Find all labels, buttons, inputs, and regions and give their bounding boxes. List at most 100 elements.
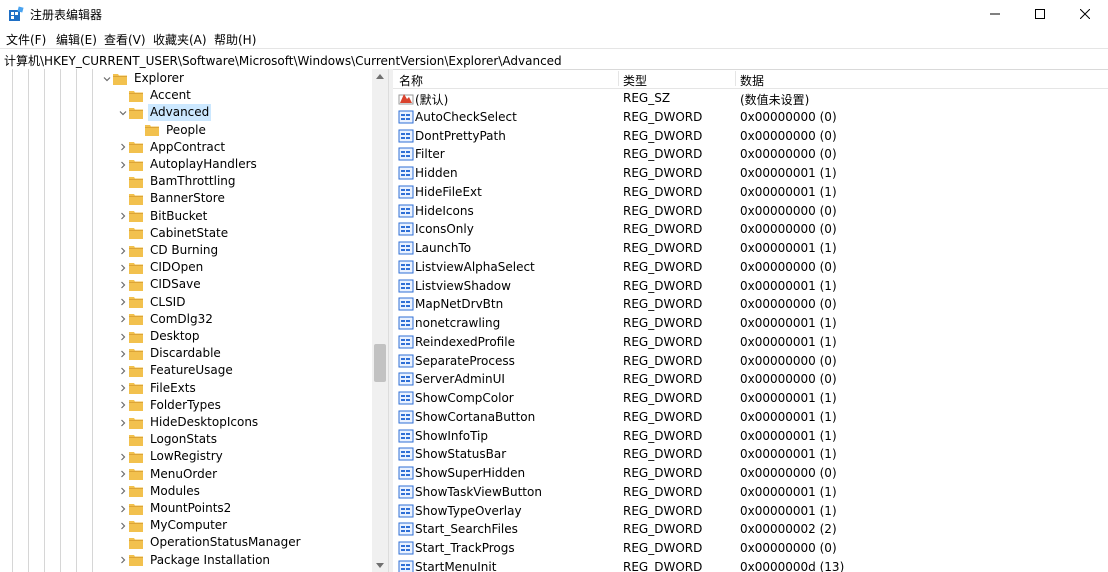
table-row[interactable]: ShowInfoTip REG_DWORD 0x00000001 (1): [393, 427, 1108, 446]
tree-item[interactable]: HideDesktopIcons: [117, 414, 260, 431]
column-divider[interactable]: [618, 71, 619, 86]
scroll-thumb[interactable]: [374, 344, 386, 383]
table-row[interactable]: ShowSuperHidden REG_DWORD 0x00000000 (0): [393, 464, 1108, 483]
menu-edit[interactable]: 编辑(E): [56, 31, 97, 48]
chevron-right-icon[interactable]: [117, 448, 129, 465]
tree-item[interactable]: LogonStats: [117, 431, 219, 448]
chevron-right-icon[interactable]: [117, 466, 129, 483]
tree-item[interactable]: CIDSave: [117, 276, 203, 293]
tree-item[interactable]: Modules: [117, 483, 202, 500]
table-row[interactable]: (默认) REG_SZ (数值未设置): [393, 89, 1108, 108]
tree-item[interactable]: ComDlg32: [117, 311, 215, 328]
address-bar[interactable]: 计算机\HKEY_CURRENT_USER\Software\Microsoft…: [0, 48, 1108, 70]
table-row[interactable]: ShowTypeOverlay REG_DWORD 0x00000001 (1): [393, 502, 1108, 521]
table-row[interactable]: DontPrettyPath REG_DWORD 0x00000000 (0): [393, 127, 1108, 146]
minimize-button[interactable]: [972, 0, 1018, 28]
chevron-right-icon[interactable]: [117, 483, 129, 500]
column-header-name[interactable]: 名称: [399, 72, 423, 89]
tree-item[interactable]: FolderTypes: [117, 397, 223, 414]
chevron-right-icon[interactable]: [117, 294, 129, 311]
table-row[interactable]: ListviewAlphaSelect REG_DWORD 0x00000000 (…: [393, 258, 1108, 277]
scroll-up-arrow[interactable]: [372, 69, 388, 83]
tree-item[interactable]: People: [133, 122, 208, 139]
column-header-data[interactable]: 数据: [740, 72, 764, 89]
menu-favorites[interactable]: 收藏夹(A): [153, 31, 207, 48]
chevron-right-icon[interactable]: [117, 414, 129, 431]
close-button[interactable]: [1062, 0, 1108, 28]
tree-scrollbar[interactable]: [372, 69, 388, 572]
chevron-right-icon[interactable]: [117, 259, 129, 276]
chevron-right-icon[interactable]: [117, 552, 129, 569]
address-path[interactable]: 计算机\HKEY_CURRENT_USER\Software\Microsoft…: [4, 52, 562, 69]
chevron-right-icon[interactable]: [117, 276, 129, 293]
tree-guide-line: [44, 69, 45, 572]
table-row[interactable]: Start_TrackProgs REG_DWORD 0x00000000 (0): [393, 539, 1108, 558]
tree-item[interactable]: CLSID: [117, 294, 187, 311]
chevron-right-icon[interactable]: [117, 328, 129, 345]
tree-item[interactable]: AutoplayHandlers: [117, 156, 259, 173]
table-row[interactable]: HideIcons REG_DWORD 0x00000000 (0): [393, 202, 1108, 221]
table-row[interactable]: ShowTaskViewButton REG_DWORD 0x00000001 (1…: [393, 483, 1108, 502]
table-row[interactable]: ShowCortanaButton REG_DWORD 0x00000001 (1): [393, 408, 1108, 427]
chevron-down-icon[interactable]: [101, 70, 113, 87]
table-row[interactable]: ReindexedProfile REG_DWORD 0x00000001 (1): [393, 333, 1108, 352]
table-row[interactable]: HideFileExt REG_DWORD 0x00000001 (1): [393, 183, 1108, 202]
chevron-right-icon[interactable]: [117, 517, 129, 534]
tree-item[interactable]: FeatureUsage: [117, 362, 235, 379]
table-row[interactable]: MapNetDrvBtn REG_DWORD 0x00000000 (0): [393, 295, 1108, 314]
chevron-right-icon[interactable]: [117, 380, 129, 397]
menu-help[interactable]: 帮助(H): [214, 31, 256, 48]
tree-item[interactable]: Explorer: [101, 70, 186, 87]
table-row[interactable]: ShowCompColor REG_DWORD 0x00000001 (1): [393, 389, 1108, 408]
tree-item[interactable]: MyComputer: [117, 517, 229, 534]
chevron-right-icon[interactable]: [117, 345, 129, 362]
chevron-right-icon[interactable]: [117, 242, 129, 259]
chevron-right-icon[interactable]: [117, 397, 129, 414]
tree-item[interactable]: CD Burning: [117, 242, 220, 259]
tree-item[interactable]: MountPoints2: [117, 500, 233, 517]
menu-view[interactable]: 查看(V): [104, 31, 146, 48]
tree-item[interactable]: Advanced: [117, 104, 212, 122]
table-row[interactable]: LaunchTo REG_DWORD 0x00000001 (1): [393, 239, 1108, 258]
tree-item[interactable]: BamThrottling: [117, 173, 238, 190]
chevron-right-icon[interactable]: [117, 362, 129, 379]
table-row[interactable]: Hidden REG_DWORD 0x00000001 (1): [393, 164, 1108, 183]
tree-item[interactable]: LowRegistry: [117, 448, 225, 465]
tree-item[interactable]: Package Installation: [117, 552, 272, 569]
maximize-button[interactable]: [1017, 0, 1063, 28]
tree-item[interactable]: MenuOrder: [117, 466, 219, 483]
chevron-right-icon[interactable]: [117, 208, 129, 225]
table-row[interactable]: ShowStatusBar REG_DWORD 0x00000001 (1): [393, 445, 1108, 464]
tree-item[interactable]: BannerStore: [117, 190, 227, 207]
value-name: Start_TrackProgs: [415, 541, 515, 555]
tree-item[interactable]: FileExts: [117, 380, 198, 397]
table-row[interactable]: AutoCheckSelect REG_DWORD 0x00000000 (0): [393, 108, 1108, 127]
column-divider[interactable]: [735, 71, 736, 86]
chevron-right-icon[interactable]: [117, 156, 129, 173]
chevron-right-icon[interactable]: [117, 139, 129, 156]
chevron-right-icon[interactable]: [117, 500, 129, 517]
binary-value-icon: [398, 354, 414, 367]
column-header-type[interactable]: 类型: [623, 72, 647, 89]
table-row[interactable]: IconsOnly REG_DWORD 0x00000000 (0): [393, 220, 1108, 239]
table-row[interactable]: SeparateProcess REG_DWORD 0x00000000 (0): [393, 352, 1108, 371]
tree-item[interactable]: BitBucket: [117, 208, 209, 225]
table-row[interactable]: ListviewShadow REG_DWORD 0x00000001 (1): [393, 277, 1108, 296]
table-row[interactable]: StartMenuInit REG_DWORD 0x0000000d (13): [393, 558, 1108, 572]
table-row[interactable]: ServerAdminUI REG_DWORD 0x00000000 (0): [393, 370, 1108, 389]
tree-item[interactable]: CIDOpen: [117, 259, 205, 276]
scroll-down-arrow[interactable]: [372, 558, 388, 572]
menu-file[interactable]: 文件(F): [6, 31, 46, 48]
tree-item[interactable]: Discardable: [117, 345, 223, 362]
table-row[interactable]: Start_SearchFiles REG_DWORD 0x00000002 (2): [393, 520, 1108, 539]
chevron-right-icon[interactable]: [117, 311, 129, 328]
tree-item[interactable]: Desktop: [117, 328, 202, 345]
tree-item[interactable]: OperationStatusManager: [117, 534, 303, 551]
table-row[interactable]: Filter REG_DWORD 0x00000000 (0): [393, 145, 1108, 164]
table-row[interactable]: nonetcrawling REG_DWORD 0x00000001 (1): [393, 314, 1108, 333]
tree-item[interactable]: CabinetState: [117, 225, 230, 242]
tree-item[interactable]: Accent: [117, 87, 193, 104]
tree-item[interactable]: AppContract: [117, 139, 227, 156]
chevron-down-icon[interactable]: [117, 104, 129, 121]
